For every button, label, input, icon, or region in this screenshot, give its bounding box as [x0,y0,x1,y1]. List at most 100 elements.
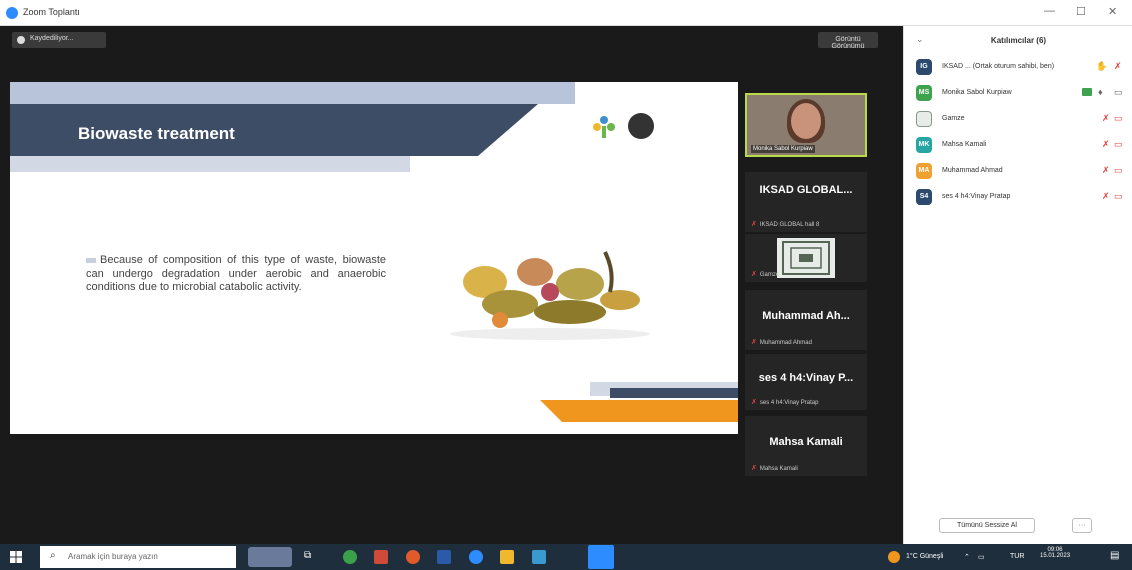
food-waste-image [450,251,650,340]
network-icon[interactable]: ▭ [978,553,985,561]
mic-muted-icon[interactable]: ✗ [1102,191,1110,202]
participant-name: Mahsa Kamali [942,141,987,148]
weather-icon [888,551,900,563]
video-caption: Monika Sabol Kurpiaw [751,145,815,153]
pdf-icon[interactable] [374,550,388,564]
windows-taskbar: ⌕ Aramak için buraya yazın ⧉ 1°C Güneşli… [0,544,1132,570]
avatar: MS [916,85,932,101]
share-screen-icon [1082,88,1092,96]
participants-panel: ⌄ Katılımcılar (6) IG IKSAD ... (Ortak o… [903,26,1132,544]
search-placeholder: Aramak için buraya yazın [68,552,158,561]
avatar: MA [916,163,932,179]
participant-name: IKSAD ... (Ortak oturum sahibi, ben) [942,63,1055,70]
slide-accent-navy [610,388,738,398]
slide-accent-orange-cut [540,400,562,422]
tile-sub: ✗ IKSAD GLOBAL hall 8 [751,221,820,228]
window-title: Zoom Toplantı [23,7,80,17]
mic-muted-icon: ✗ [751,271,757,278]
participants-title: Katılımcılar (6) [990,36,1047,45]
maximize-icon[interactable]: ☐ [1076,5,1086,18]
video-off-icon[interactable]: ▭ [1114,191,1123,202]
participant-row[interactable]: Gamze ✗ ▭ [916,111,1126,129]
mic-muted-icon[interactable]: ✗ [1114,61,1122,72]
windows-start-icon[interactable] [10,551,22,563]
video-off-icon[interactable]: ▭ [1114,165,1123,176]
zoom-window: Zoom Toplantı — ☐ ✕ Kaydediliyor... Görü… [0,0,1132,570]
close-icon[interactable]: ✕ [1108,5,1117,18]
input-language[interactable]: TUR [1010,553,1024,560]
participant-tile[interactable]: Mahsa Kamali ✗ Mahsa Kamali [745,416,867,476]
participant-tile[interactable]: ses 4 h4:Vinay P... ✗ ses 4 h4:Vinay Prat… [745,354,867,410]
video-off-icon[interactable]: ▭ [1114,113,1123,124]
tile-name: Muhammad Ah... [762,310,850,322]
clock[interactable]: 09:06 15.01.2023 [1040,547,1070,559]
zoom-logo-icon [6,7,18,19]
firefox-icon[interactable] [406,550,420,564]
participant-tile[interactable]: IKSAD GLOBAL... ✗ IKSAD GLOBAL hall 8 [745,172,867,232]
participant-name: ses 4 h4:Vinay Pratap [942,193,1011,200]
leaf-logo-icon [593,116,615,138]
shared-slide: Biowaste treatment Because of compositio… [10,82,738,434]
active-speaker-video[interactable]: Monika Sabol Kurpiaw [745,93,867,157]
tile-name: IKSAD GLOBAL... [759,184,853,196]
recording-label: Kaydediliyor... [30,35,74,42]
participant-row[interactable]: S4 ses 4 h4:Vinay Pratap ✗ ▭ [916,189,1126,207]
slide-band-bottom [10,156,410,172]
hand-icon: ✋ [1096,61,1108,71]
video-icon[interactable]: ▭ [1114,87,1123,98]
minimize-icon[interactable]: — [1044,5,1055,17]
mic-muted-icon[interactable]: ✗ [1102,113,1110,124]
recording-indicator[interactable]: Kaydediliyor... [12,32,106,48]
slide-heading: Biowaste treatment [78,124,235,143]
video-off-icon[interactable]: ▭ [1114,139,1123,150]
tile-sub: ✗ Gamze [751,271,780,278]
participant-tile[interactable]: Muhammad Ah... ✗ Muhammad Ahmad [745,290,867,350]
participant-name: Muhammad Ahmad [942,167,1003,174]
word-icon[interactable] [437,550,451,564]
participant-row[interactable]: IG IKSAD ... (Ortak oturum sahibi, ben) … [916,59,1126,77]
app-icon[interactable] [469,550,483,564]
taskbar-search[interactable]: ⌕ Aramak için buraya yazın [40,546,236,568]
title-bar: Zoom Toplantı — ☐ ✕ [0,0,1132,26]
tray-chevron-icon[interactable]: ⌃ [964,553,970,561]
mic-muted-icon: ✗ [751,399,757,406]
circle-logo-icon [628,113,654,139]
participant-name: Gamze [942,115,965,122]
participant-row[interactable]: MA Muhammad Ahmad ✗ ▭ [916,163,1126,181]
participant-row[interactable]: MS Monika Sabol Kurpiaw ♦ ▭ [916,85,1126,103]
tile-sub: ✗ Muhammad Ahmad [751,339,812,346]
gamze-avatar-icon [777,238,835,278]
avatar: IG [916,59,932,75]
tile-sub: ✗ Mahsa Kamali [751,465,798,472]
chrome-icon[interactable] [343,550,357,564]
mic-muted-icon[interactable]: ✗ [1102,165,1110,176]
file-explorer-icon[interactable] [500,550,514,564]
mic-icon[interactable]: ♦ [1098,87,1103,97]
slide-bullet-text: Because of composition of this type of w… [86,254,386,293]
view-button[interactable]: Görüntü Görünümü [818,32,878,50]
avatar: S4 [916,189,932,205]
zoom-taskbar-icon[interactable] [588,545,614,569]
task-view-icon[interactable]: ⧉ [304,550,318,564]
store-icon[interactable] [532,550,546,564]
slide-title-band-tip [478,104,538,156]
notification-icon[interactable]: ▤ [1110,550,1119,561]
participant-row[interactable]: MK Mahsa Kamali ✗ ▭ [916,137,1126,155]
participant-tile[interactable]: ✗ Gamze [745,234,867,282]
slide-accent-orange [540,400,738,422]
slide-bullet: Because of composition of this type of w… [86,254,386,295]
mute-all-button[interactable]: Tümünü Sessize Al [939,518,1035,533]
avatar [916,111,932,127]
search-highlight-image[interactable] [248,547,292,567]
tile-name: Mahsa Kamali [769,436,843,448]
more-button[interactable]: ··· [1072,518,1092,533]
participant-name: Monika Sabol Kurpiaw [942,89,1012,96]
record-icon [17,36,25,44]
weather-text[interactable]: 1°C Güneşli [906,553,943,560]
tile-name: ses 4 h4:Vinay P... [758,372,854,384]
tile-sub: ✗ ses 4 h4:Vinay Pratap [751,399,819,406]
avatar: MK [916,137,932,153]
mic-muted-icon: ✗ [751,339,757,346]
mic-muted-icon: ✗ [751,221,757,228]
mic-muted-icon[interactable]: ✗ [1102,139,1110,150]
